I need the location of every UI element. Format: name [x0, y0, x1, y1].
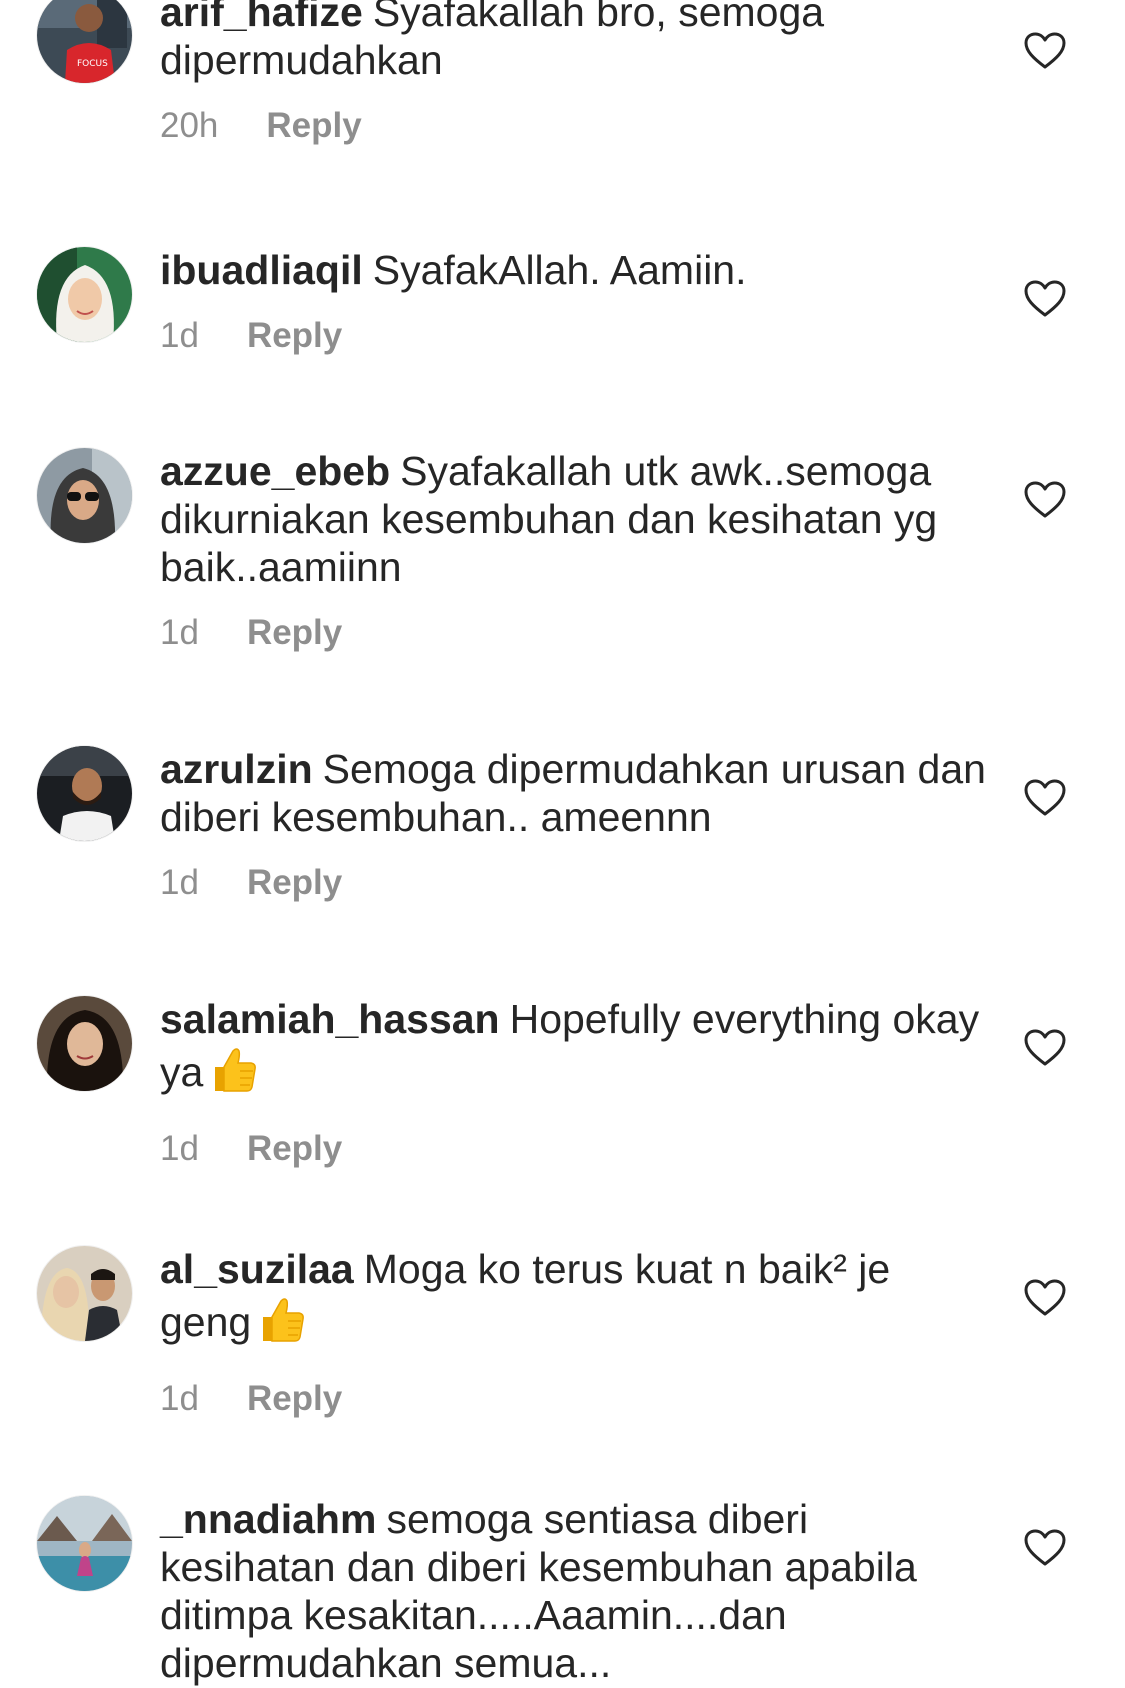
- comment-username[interactable]: arif_hafize: [160, 0, 363, 35]
- reply-button[interactable]: Reply: [247, 1129, 342, 1169]
- comment-meta: 1d Reply: [160, 863, 990, 903]
- reply-button[interactable]: Reply: [247, 316, 342, 356]
- comment-time: 1d: [160, 1379, 199, 1418]
- comment-time: 1d: [160, 316, 199, 355]
- comment-username[interactable]: al_suzilaa: [160, 1246, 354, 1292]
- comment-time: 1d: [160, 1129, 199, 1168]
- comment-username[interactable]: azrulzin: [160, 746, 313, 792]
- avatar[interactable]: [37, 1496, 132, 1591]
- heart-outline-icon: [1024, 280, 1066, 317]
- avatar[interactable]: [37, 448, 132, 543]
- avatar-sunglasses-icon: [37, 448, 132, 543]
- comment-time: 20h: [160, 106, 219, 145]
- avatar[interactable]: [37, 996, 132, 1091]
- reply-button[interactable]: Reply: [247, 1379, 342, 1419]
- thumbs-up-icon: [207, 1043, 261, 1107]
- comment-time: 1d: [160, 863, 199, 902]
- comment-meta: 1d Reply: [160, 613, 990, 653]
- like-button[interactable]: [1024, 280, 1066, 318]
- like-button[interactable]: [1024, 1029, 1066, 1067]
- comment-text: azrulzin Semoga dipermudahkan urusan dan …: [160, 745, 990, 841]
- heart-outline-icon: [1024, 481, 1066, 518]
- comment-username[interactable]: ibuadliaqil: [160, 247, 363, 293]
- heart-outline-icon: [1024, 1279, 1066, 1316]
- heart-outline-icon: [1024, 1529, 1066, 1566]
- comment-meta: 20h Reply: [160, 106, 990, 146]
- like-button[interactable]: [1024, 779, 1066, 817]
- comment-username[interactable]: _nnadiahm: [160, 1496, 376, 1542]
- svg-text:FOCUS: FOCUS: [77, 59, 108, 69]
- avatar-man-in-car-icon: [37, 746, 132, 841]
- avatar[interactable]: [37, 746, 132, 841]
- avatar-hijab-white-icon: [37, 247, 132, 342]
- comment-text: al_suzilaa Moga ko terus kuat n baik² je …: [160, 1245, 990, 1357]
- like-button[interactable]: [1024, 481, 1066, 519]
- comment-body: SyafakAllah. Aamiin.: [372, 247, 747, 293]
- thumbs-up-icon: [255, 1293, 309, 1357]
- reply-button[interactable]: Reply: [266, 106, 361, 146]
- avatar[interactable]: [37, 247, 132, 342]
- comment-time: 1d: [160, 613, 199, 652]
- avatar-outdoor-scene-icon: [37, 1496, 132, 1591]
- comment-meta: 1d Reply: [160, 316, 990, 356]
- comment-username[interactable]: salamiah_hassan: [160, 996, 500, 1042]
- comment-username[interactable]: azzue_ebeb: [160, 448, 390, 494]
- like-button[interactable]: [1024, 1279, 1066, 1317]
- heart-outline-icon: [1024, 32, 1066, 69]
- comment-text: salamiah_hassan Hopefully everything okay…: [160, 995, 990, 1107]
- avatar[interactable]: [37, 1246, 132, 1341]
- reply-button[interactable]: Reply: [247, 863, 342, 903]
- comment-text: _nnadiahm semoga sentiasa diberi kesihata…: [160, 1495, 990, 1687]
- avatar[interactable]: FOCUS: [37, 0, 132, 83]
- comment-text: arif_hafize Syafakallah bro, semoga diper…: [160, 0, 990, 84]
- reply-button[interactable]: Reply: [247, 613, 342, 653]
- like-button[interactable]: [1024, 32, 1066, 70]
- comment-text: azzue_ebeb Syafakallah utk awk..semoga di…: [160, 447, 990, 591]
- avatar-couple-icon: [37, 1246, 132, 1341]
- comment-text: ibuadliaqil SyafakAllah. Aamiin.: [160, 246, 990, 294]
- heart-outline-icon: [1024, 1029, 1066, 1066]
- avatar-red-shirt-icon: FOCUS: [37, 0, 132, 83]
- heart-outline-icon: [1024, 779, 1066, 816]
- avatar-woman-dark-hair-icon: [37, 996, 132, 1091]
- comment-meta: 1d Reply: [160, 1129, 990, 1169]
- comment-meta: 1d Reply: [160, 1379, 990, 1419]
- like-button[interactable]: [1024, 1529, 1066, 1567]
